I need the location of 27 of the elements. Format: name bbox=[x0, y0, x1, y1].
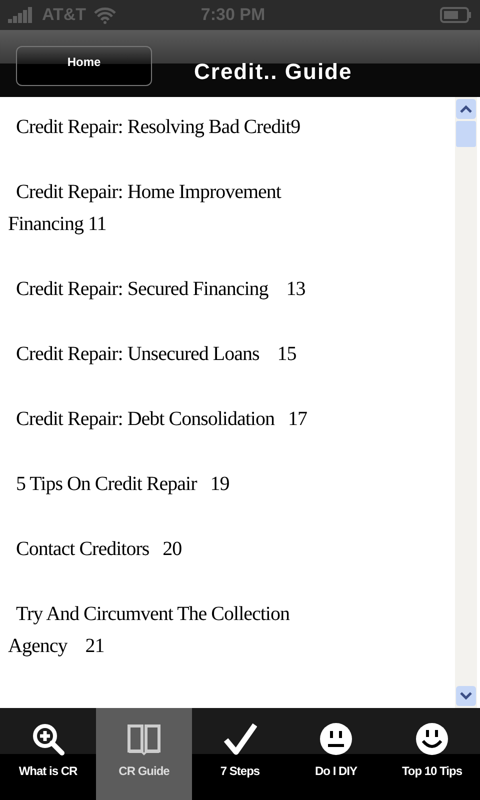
scroll-thumb[interactable] bbox=[456, 121, 476, 147]
tab[interactable]: Top 10 Tips bbox=[384, 708, 480, 800]
guide-entry-link[interactable]: Credit Repair: Secured Financing 13 bbox=[8, 273, 455, 305]
checkmark-icon bbox=[223, 722, 257, 756]
screen-title: Credit.. Guide bbox=[194, 58, 352, 84]
scroll-up-icon[interactable] bbox=[456, 99, 476, 119]
guide-entry-link[interactable]: Credit Repair: Unsecured Loans 15 bbox=[8, 338, 455, 370]
guide-entry-link[interactable]: Credit Repair: Home Improvement Financing 11 bbox=[8, 176, 455, 240]
guide-entry-link[interactable]: Credit Repair: Debt Consolidation 17 bbox=[8, 403, 455, 435]
tab[interactable]: 7 Steps bbox=[192, 708, 288, 800]
smiley-icon bbox=[415, 722, 449, 756]
scroll-bar[interactable] bbox=[455, 97, 477, 708]
guide-entry-link[interactable]: Try And Circumvent The Collection Agency 21 bbox=[8, 598, 455, 662]
tab[interactable]: CR Guide bbox=[96, 708, 192, 800]
zoom-in-icon bbox=[31, 722, 65, 756]
wifi-icon bbox=[94, 6, 116, 24]
tab[interactable]: What is CR bbox=[0, 708, 96, 800]
scroll-down-icon[interactable] bbox=[456, 686, 476, 706]
guide-entry-link[interactable]: Credit Repair: Resolving Bad Credit9 bbox=[8, 111, 455, 143]
book-icon bbox=[127, 722, 161, 756]
neutral-face-icon bbox=[319, 722, 353, 756]
guide-entry-link[interactable]: 5 Tips On Credit Repair 19 bbox=[8, 468, 455, 500]
tab[interactable]: Do I DIY bbox=[288, 708, 384, 800]
battery-icon bbox=[440, 7, 472, 23]
home-button[interactable]: Home bbox=[16, 46, 152, 86]
signal-icon bbox=[8, 7, 34, 23]
guide-entry-link[interactable]: Contact Creditors 20 bbox=[8, 533, 455, 565]
